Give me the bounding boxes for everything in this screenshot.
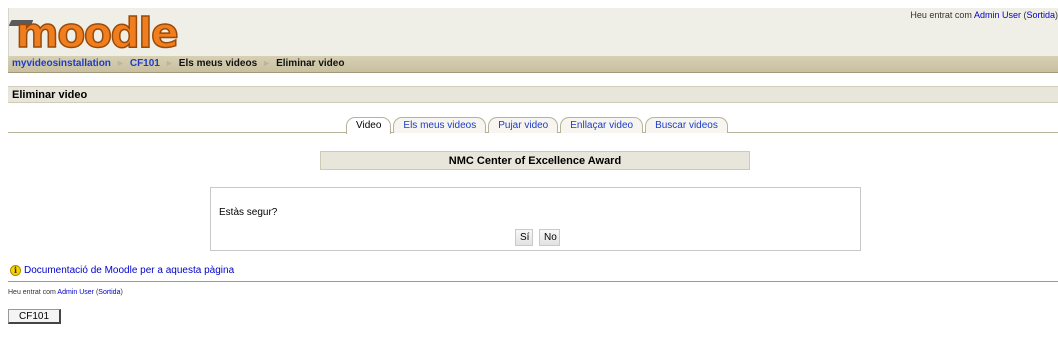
login-info-bottom: Heu entrat com Admin User (Sortida) <box>8 289 123 296</box>
info-icon: i <box>10 265 21 276</box>
logout-link[interactable]: Sortida <box>1026 10 1055 20</box>
tab-label[interactable]: Buscar videos <box>655 120 718 131</box>
page-title: Eliminar video <box>8 86 1058 103</box>
tab-search-videos[interactable]: Buscar videos <box>645 117 728 133</box>
tab-bar: Video Els meus videos Pujar video Enllaç… <box>346 117 730 134</box>
tab-video[interactable]: Video <box>346 117 392 134</box>
breadcrumb-current: Eliminar video <box>276 58 345 69</box>
breadcrumb-course[interactable]: CF101 <box>130 58 160 69</box>
confirm-message: Estàs segur? <box>219 207 278 218</box>
login-user-link[interactable]: Admin User <box>974 10 1021 20</box>
confirm-dialog: Estàs segur? Sí No <box>210 187 861 251</box>
tab-my-videos[interactable]: Els meus videos <box>393 117 487 133</box>
breadcrumb-separator-icon: ► <box>115 58 125 68</box>
video-title: NMC Center of Excellence Award <box>320 151 750 170</box>
tab-link-video[interactable]: Enllaçar video <box>560 117 644 133</box>
breadcrumb: myvideosinstallation ► CF101 ► Els meus vide… <box>8 56 1058 73</box>
login-prefix: Heu entrat com <box>8 289 58 296</box>
breadcrumb-separator-icon: ► <box>164 58 174 68</box>
login-info-top: Heu entrat com Admin User (Sortida) <box>910 10 1058 20</box>
moodle-logo[interactable]: moodle <box>15 10 179 56</box>
tab-label[interactable]: Pujar video <box>498 120 548 131</box>
moodle-docs-link[interactable]: Documentació de Moodle per a aquesta pàg… <box>24 264 234 277</box>
tab-label[interactable]: Enllaçar video <box>570 120 633 131</box>
breadcrumb-site[interactable]: myvideosinstallation <box>12 58 111 69</box>
yes-button[interactable]: Sí <box>515 229 533 246</box>
course-home-button[interactable]: CF101 <box>8 309 61 324</box>
logout-link[interactable]: Sortida <box>98 289 120 296</box>
page-header: moodle Heu entrat com Admin User (Sortid… <box>8 8 1058 56</box>
no-button[interactable]: No <box>539 229 560 246</box>
tab-label: Video <box>356 120 382 131</box>
login-user-link[interactable]: Admin User <box>57 289 94 296</box>
breadcrumb-separator-icon: ► <box>262 58 272 68</box>
footer-divider <box>8 281 1058 282</box>
breadcrumb-module: Els meus videos <box>178 58 258 69</box>
tab-label[interactable]: Els meus videos <box>403 120 476 131</box>
docs-link-row: i Documentació de Moodle per a aquesta p… <box>10 264 234 277</box>
login-prefix: Heu entrat com <box>910 10 974 20</box>
tab-upload-video[interactable]: Pujar video <box>488 117 559 133</box>
